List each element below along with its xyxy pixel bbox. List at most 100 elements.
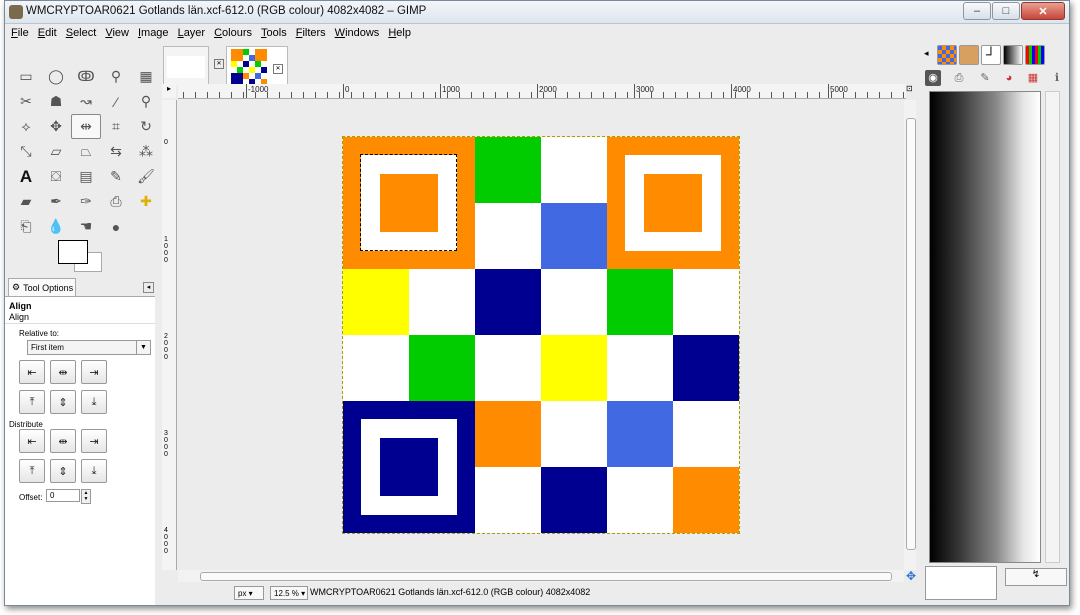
paths-icon[interactable]: ↝ <box>71 89 101 114</box>
horizontal-ruler[interactable]: -1000 0 1000 2000 3000 4000 5000 <box>178 84 906 99</box>
menu-windows[interactable]: Windows <box>335 27 380 39</box>
ink-icon[interactable]: ✑ <box>71 189 101 214</box>
dodge-burn-icon[interactable]: ● <box>101 214 131 239</box>
menu-layer[interactable]: Layer <box>178 27 206 39</box>
tab-patterns[interactable] <box>937 45 957 65</box>
selection-marquee[interactable] <box>360 154 457 251</box>
scale-icon[interactable]: ⤡ <box>11 139 41 164</box>
align-middle-button[interactable]: ⇕ <box>50 390 76 414</box>
navigate-icon[interactable]: ✥ <box>906 570 918 582</box>
menu-file[interactable]: File <box>11 27 29 39</box>
horizontal-scroll-thumb[interactable] <box>200 572 892 581</box>
color-picker-icon[interactable]: ⁄ <box>101 89 131 114</box>
eraser-icon[interactable]: ▰ <box>11 189 41 214</box>
dock-edit-button[interactable]: ↯ <box>1005 568 1067 586</box>
brush-icon[interactable]: ✎ <box>977 70 993 86</box>
align-top-button[interactable]: ⤒ <box>19 390 45 414</box>
offset-field[interactable]: 0 <box>46 489 80 502</box>
measure-icon[interactable]: ⟡ <box>11 114 41 139</box>
pencil-icon[interactable]: ✎ <box>101 164 131 189</box>
foreground-color-swatch[interactable] <box>58 240 88 264</box>
menu-help[interactable]: Help <box>388 27 411 39</box>
vertical-scrollbar[interactable] <box>904 100 916 570</box>
horizontal-scrollbar[interactable] <box>178 570 904 582</box>
zoom-icon[interactable]: ⚲ <box>131 89 161 114</box>
heal-icon[interactable]: ✚ <box>131 189 161 214</box>
distribute-left-button[interactable]: ⇤ <box>19 429 45 453</box>
close-tab-icon[interactable]: ✕ <box>214 59 224 69</box>
image-tab-blank[interactable]: ✕ <box>163 46 224 85</box>
crop-icon[interactable]: ⌗ <box>101 114 131 139</box>
image-tab-artwork[interactable]: ✕ <box>226 46 288 85</box>
align-bottom-button[interactable]: ⤓ <box>81 390 107 414</box>
color-wheel-icon[interactable]: ◕ <box>1001 70 1017 86</box>
gradient-preview[interactable] <box>929 91 1041 563</box>
vertical-scroll-thumb[interactable] <box>906 118 916 550</box>
free-select-icon[interactable]: ↂ <box>71 64 101 89</box>
unit-select[interactable]: px ▾ <box>234 586 264 600</box>
close-button[interactable]: ✕ <box>1021 2 1065 20</box>
ruler-corner-icon[interactable]: ▸ <box>162 84 176 98</box>
rect-select-icon[interactable]: ▭ <box>11 64 41 89</box>
distribute-top-button[interactable]: ⤒ <box>19 459 45 483</box>
close-tab-icon[interactable]: ✕ <box>273 64 283 74</box>
artwork-image[interactable] <box>342 136 740 534</box>
tab-tool-options[interactable]: ⚙ Tool Options <box>8 278 76 296</box>
fonts-icon[interactable]: ℹ <box>1049 70 1065 86</box>
maximize-button[interactable]: □ <box>992 2 1020 20</box>
tab-gradients[interactable] <box>1003 45 1023 65</box>
text-icon[interactable]: A <box>11 164 41 189</box>
flip-icon[interactable]: ⇆ <box>101 139 131 164</box>
dock-scrollbar[interactable] <box>1045 91 1060 563</box>
distribute-middle-button[interactable]: ⇕ <box>50 459 76 483</box>
menu-select[interactable]: Select <box>66 27 97 39</box>
minimize-button[interactable]: – <box>963 2 991 20</box>
perspective-clone-icon[interactable]: ⎗ <box>11 214 41 239</box>
perspective-icon[interactable]: ⏢ <box>71 139 101 164</box>
menu-view[interactable]: View <box>105 27 129 39</box>
airbrush-icon[interactable]: ✒ <box>41 189 71 214</box>
tab-brushes[interactable] <box>959 45 979 65</box>
cage-icon[interactable]: ⁂ <box>131 139 161 164</box>
align-right-button[interactable]: ⇥ <box>81 360 107 384</box>
offset-spinner[interactable]: ▲ ▼ <box>81 489 91 504</box>
shear-icon[interactable]: ▱ <box>41 139 71 164</box>
align-left-button[interactable]: ⇤ <box>19 360 45 384</box>
menu-filters[interactable]: Filters <box>296 27 326 39</box>
zoom-toggle-icon[interactable]: ⊡ <box>906 84 916 98</box>
distribute-bottom-button[interactable]: ⤓ <box>81 459 107 483</box>
fuzzy-select-icon[interactable]: ⚲ <box>101 64 131 89</box>
canvas[interactable] <box>178 100 904 570</box>
distribute-right-button[interactable]: ⇥ <box>81 429 107 453</box>
distribute-center-button[interactable]: ⇹ <box>50 429 76 453</box>
foreground-select-icon[interactable]: ☗ <box>41 89 71 114</box>
relative-to-select[interactable]: First item ▼ <box>27 340 151 355</box>
menu-edit[interactable]: Edit <box>38 27 57 39</box>
menu-image[interactable]: Image <box>138 27 169 39</box>
bucket-fill-icon[interactable]: ⛋ <box>41 164 71 189</box>
vertical-ruler[interactable]: 0 1000 2000 3000 4000 <box>162 100 177 570</box>
tab-layers[interactable]: ┘ <box>981 45 1001 65</box>
blend-icon[interactable]: ▤ <box>71 164 101 189</box>
fg-bg-colors[interactable] <box>58 240 104 272</box>
menu-tools[interactable]: Tools <box>261 27 287 39</box>
panel-menu-icon[interactable]: ◂ <box>143 282 154 293</box>
paintbrush-icon[interactable]: 🖌 <box>131 164 161 189</box>
printer-icon[interactable]: ⎙ <box>951 70 967 86</box>
move-icon[interactable]: ✥ <box>41 114 71 139</box>
smudge-icon[interactable]: ☚ <box>71 214 101 239</box>
ellipse-select-icon[interactable]: ◯ <box>41 64 71 89</box>
tab-palettes[interactable] <box>1025 45 1045 65</box>
select-by-color-icon[interactable]: ▦ <box>131 64 161 89</box>
ruler-minor-tick <box>819 92 820 98</box>
clone-icon[interactable]: ⎙ <box>101 189 131 214</box>
zoom-select[interactable]: 12.5 % ▾ <box>270 586 308 600</box>
rotate-icon[interactable]: ↻ <box>131 114 161 139</box>
scissors-icon[interactable]: ✂ <box>11 89 41 114</box>
device-status-icon[interactable]: ◉ <box>925 70 941 86</box>
blur-icon[interactable]: 💧 <box>41 214 71 239</box>
align-center-button[interactable]: ⇹ <box>50 360 76 384</box>
menu-colours[interactable]: Colours <box>214 27 252 39</box>
align-icon[interactable]: ⇹ <box>71 114 101 139</box>
palette-icon[interactable]: ▦ <box>1025 70 1041 86</box>
